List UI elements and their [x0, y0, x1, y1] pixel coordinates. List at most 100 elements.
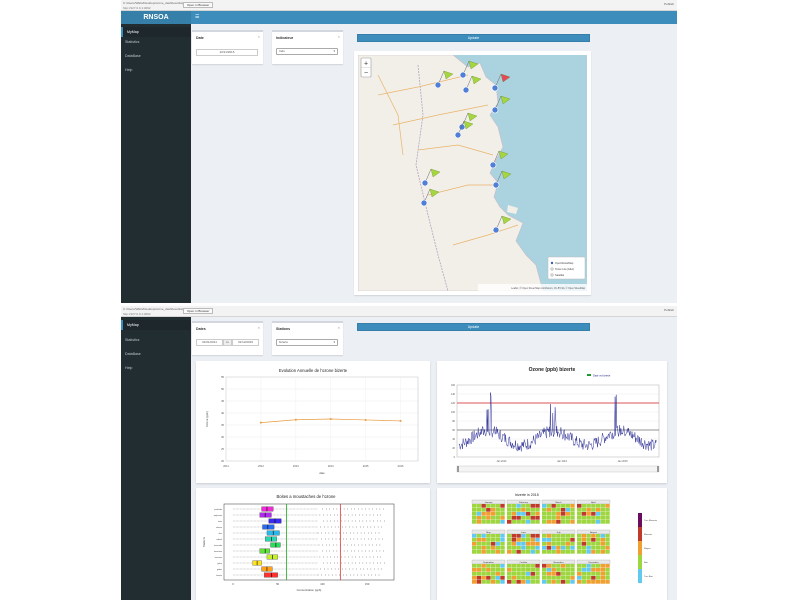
day-cell [542, 564, 547, 568]
leaflet-map[interactable]: + − OpenStreetMap Toner-Lite (b&w) Satel… [358, 55, 587, 291]
day-cell [581, 520, 587, 524]
day-cell [472, 576, 477, 580]
day-cell [556, 538, 561, 542]
day-cell [481, 538, 486, 542]
open-in-browser-button[interactable]: Open in Browser [183, 308, 214, 314]
day-cell [490, 546, 496, 550]
day-cell [511, 572, 517, 576]
update-button[interactable]: Update [357, 34, 590, 42]
publish-button[interactable]: Publish [664, 308, 674, 312]
zoom-in-button[interactable]: + [364, 61, 368, 68]
day-cell [551, 538, 556, 542]
day-cell [476, 520, 482, 524]
day-cell [472, 568, 477, 572]
day-cell [476, 568, 482, 572]
day-cell [560, 538, 566, 542]
day-cell [525, 508, 531, 512]
day-cell [472, 564, 477, 568]
day-cell [551, 572, 556, 576]
layer-option-osm[interactable]: OpenStreetMap [555, 261, 574, 265]
legend-color [638, 541, 642, 555]
day-cell [481, 564, 486, 568]
box-collapse-icon[interactable]: × [338, 325, 340, 330]
indicator-select[interactable]: Indo ▾ [276, 48, 338, 55]
sidebar-item-mymap[interactable]: MyMap [121, 320, 191, 330]
open-in-browser-button[interactable]: Open in Browser [183, 2, 214, 8]
data-point [329, 418, 332, 420]
day-cell [560, 580, 566, 584]
box [259, 548, 270, 554]
day-cell [500, 580, 505, 584]
station-marker-icon [421, 179, 429, 187]
day-cell [476, 572, 482, 576]
day-cell [481, 516, 486, 520]
month-label: August [590, 531, 597, 534]
sidebar-item-database[interactable]: DataBase [121, 51, 191, 61]
day-cell [521, 508, 526, 512]
map-attribution: Leaflet | © Open Street Map contributors… [511, 287, 585, 290]
date-from-input[interactable]: 01/01/2011 [196, 339, 223, 346]
publish-button[interactable]: Publish [664, 2, 674, 6]
date-input[interactable]: 22/11/2015 [196, 49, 258, 56]
box-collapse-icon[interactable]: × [338, 34, 340, 39]
day-cell [581, 538, 587, 542]
day-cell [556, 534, 561, 538]
rstudio-viewer-bar: C:/Users/WEG/Desktop/ozone_dashboard/app… [121, 0, 677, 11]
sidebar-toggle-icon[interactable]: ☰ [195, 14, 199, 20]
layers-control[interactable]: OpenStreetMap Toner-Lite (b&w) Satellite [547, 256, 586, 280]
update-button[interactable]: Update [357, 323, 590, 331]
day-cell [500, 568, 505, 572]
day-cell [500, 538, 505, 542]
zoom-control[interactable]: + − [360, 57, 372, 78]
day-cell [600, 534, 605, 538]
date-to-input[interactable]: 31/12/2015 [232, 339, 259, 346]
station-select[interactable]: bizerte ▾ [276, 339, 338, 346]
layer-option-toner[interactable]: Toner-Lite (b&w) [555, 267, 574, 271]
sidebar-item-database[interactable]: DataBase [121, 349, 191, 359]
day-cell [511, 520, 517, 524]
day-cell [577, 504, 582, 508]
y-tick-label: 0 [454, 456, 456, 459]
month-label: March [555, 501, 562, 504]
sidebar-item-statistics[interactable]: Statistics [121, 37, 191, 47]
day-cell [486, 550, 491, 554]
day-cell [591, 508, 596, 512]
day-cell [581, 564, 587, 568]
day-cell [516, 534, 521, 538]
sidebar-item-help[interactable]: Help [121, 65, 191, 75]
day-cell [521, 538, 526, 542]
day-cell [521, 550, 526, 554]
day-cell [551, 542, 556, 546]
day-cell [595, 512, 601, 516]
day-cell [556, 504, 561, 508]
day-cell [530, 546, 535, 550]
box-collapse-icon[interactable]: × [258, 34, 260, 39]
x-tick-label: Jan 2014 [557, 460, 568, 463]
layer-option-satellite[interactable]: Satellite [555, 273, 565, 277]
annual-ozone-chart: Evolution Annuelle de l'ozone bizerte 20 2… [196, 361, 430, 483]
day-cell [565, 516, 570, 520]
sidebar-item-mymap[interactable]: MyMap [121, 27, 191, 37]
day-cell [481, 576, 486, 580]
day-cell [586, 504, 591, 508]
day-cell [481, 572, 486, 576]
sidebar-item-statistics[interactable]: Statistics [121, 335, 191, 345]
day-cell [542, 538, 547, 542]
day-cell [490, 512, 496, 516]
day-cell [490, 564, 496, 568]
x-tick-label: 2013 [293, 464, 299, 468]
day-cell [586, 512, 591, 516]
day-cell [490, 550, 496, 554]
day-cell [570, 534, 575, 538]
zoom-out-button[interactable]: − [364, 70, 368, 77]
day-cell [600, 550, 605, 554]
day-cell [586, 508, 591, 512]
station-select-value: bizerte [279, 340, 289, 344]
day-cell [605, 542, 610, 546]
day-cell [507, 576, 512, 580]
box-collapse-icon[interactable]: × [258, 325, 260, 330]
sidebar-item-help[interactable]: Help [121, 363, 191, 373]
day-cell [500, 504, 505, 508]
day-cell [472, 542, 477, 546]
day-cell [507, 508, 512, 512]
